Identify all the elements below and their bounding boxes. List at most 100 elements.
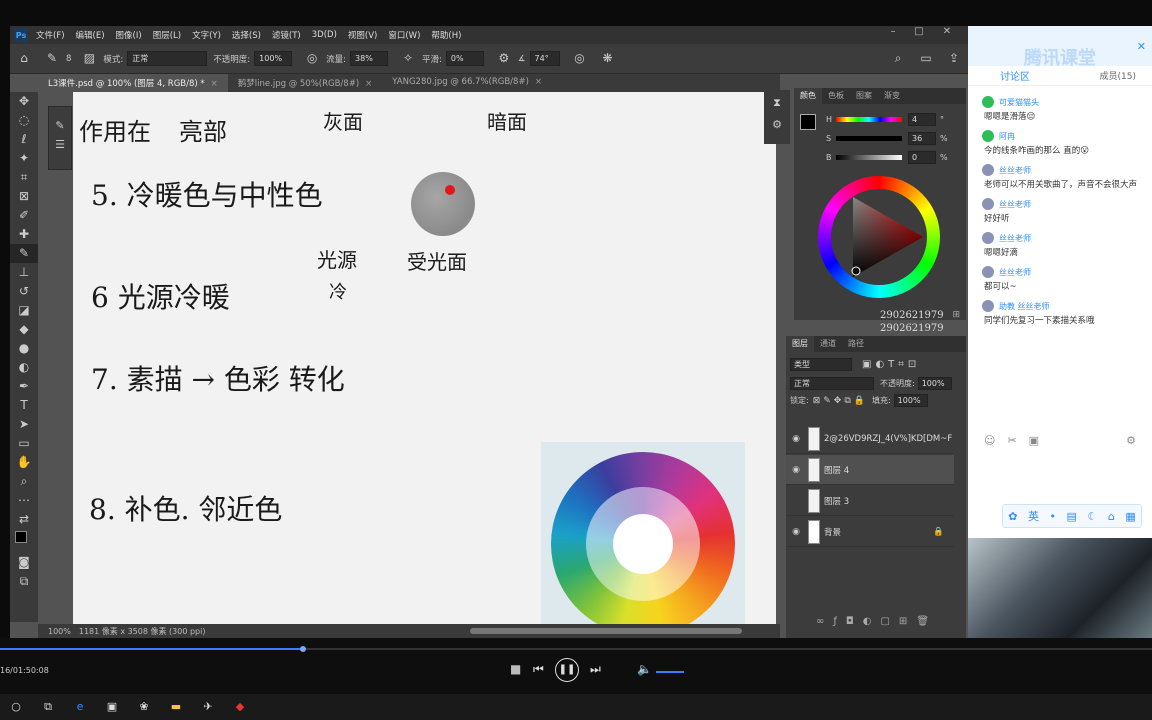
brightness-slider[interactable]: [836, 155, 902, 160]
tab-channels[interactable]: 通道: [814, 336, 842, 352]
tab-line[interactable]: 鹅梦line.jpg @ 50%(RGB/8#) ×: [228, 74, 382, 92]
menu-select[interactable]: 选择(S): [232, 29, 261, 41]
tab-l3[interactable]: L3课件.psd @ 100% (图层 4, RGB/8) * ×: [38, 74, 228, 92]
foreground-color[interactable]: [800, 114, 816, 130]
history-brush-icon[interactable]: ↺: [10, 282, 38, 301]
tab-members[interactable]: 成员(15): [1100, 69, 1136, 82]
magic-wand-icon[interactable]: ✦: [10, 149, 38, 168]
foreground-color[interactable]: [15, 531, 27, 543]
tab-patterns[interactable]: 图案: [850, 88, 878, 104]
eye-icon[interactable]: ◉: [786, 527, 806, 537]
zoom-tool-icon[interactable]: ⌕: [10, 472, 38, 491]
close-icon[interactable]: ×: [365, 79, 372, 89]
volume-slider[interactable]: [656, 671, 684, 673]
path-select-icon[interactable]: ➤: [10, 415, 38, 434]
saturation-slider[interactable]: [836, 136, 902, 141]
workspace-icon[interactable]: ▭: [918, 51, 934, 67]
brush-preset-icon[interactable]: ✎: [49, 119, 71, 132]
menu-window[interactable]: 窗口(W): [388, 29, 420, 41]
app-icon[interactable]: ✈: [197, 696, 219, 718]
menu-layer[interactable]: 图层(L): [153, 29, 181, 41]
fill-field[interactable]: 100%: [893, 394, 928, 407]
saturation-field[interactable]: 36: [908, 132, 936, 145]
layer-actions[interactable]: ∞ƒ◘◐▢⊞🗑: [816, 616, 938, 627]
brush-tool-icon[interactable]: ✎: [44, 51, 60, 67]
saturation-brightness-triangle[interactable]: [831, 189, 927, 285]
menu-type[interactable]: 文字(Y): [192, 29, 221, 41]
layer-row[interactable]: ◉ 2@26VD9RZJ_4(V%]KD[DM~F: [786, 424, 954, 454]
crop-tool-icon[interactable]: ⌗: [10, 168, 38, 187]
menu-image[interactable]: 图像(I): [116, 29, 142, 41]
properties-icon[interactable]: ⧗: [764, 96, 790, 110]
adjustments-icon[interactable]: ⚙: [764, 118, 790, 131]
blur-tool-icon[interactable]: ●: [10, 339, 38, 358]
chat-tools[interactable]: ☺✂▣: [984, 434, 1051, 447]
close-icon[interactable]: ×: [535, 77, 542, 87]
share-icon[interactable]: ⇪: [946, 51, 962, 67]
color-swatches[interactable]: [10, 529, 38, 553]
menu-3d[interactable]: 3D(D): [312, 30, 337, 40]
more-tools-icon[interactable]: ⋯: [10, 491, 38, 510]
type-tool-icon[interactable]: T: [10, 396, 38, 415]
quick-mask-icon[interactable]: ◙: [10, 553, 38, 572]
swap-colors-icon[interactable]: ⇄: [10, 510, 38, 529]
eye-icon[interactable]: ◉: [786, 465, 806, 475]
ime-toolbar[interactable]: ✿ 英 • ▤ ☾ ⌂ ▦: [1002, 504, 1142, 528]
screen-mode-icon[interactable]: ⧉: [10, 572, 38, 591]
bucket-icon[interactable]: ◆: [10, 320, 38, 339]
pause-button[interactable]: ❚❚: [555, 658, 579, 682]
brush-settings-icon[interactable]: ☰: [49, 138, 71, 151]
angle-field[interactable]: 74°: [529, 51, 560, 66]
symmetry-icon[interactable]: ❋: [600, 51, 616, 67]
menu-file[interactable]: 文件(F): [36, 29, 65, 41]
eye-icon[interactable]: ◉: [786, 434, 806, 444]
brush-tool-icon[interactable]: ✎: [10, 244, 38, 263]
gear-icon[interactable]: ⚙: [496, 51, 512, 67]
layer-filter-select[interactable]: 类型: [790, 358, 852, 371]
marquee-tool-icon[interactable]: ◌: [10, 111, 38, 130]
edge-icon[interactable]: e: [69, 696, 91, 718]
tencent-classroom-icon[interactable]: ❀: [133, 696, 155, 718]
clothes-icon[interactable]: ⌂: [1108, 510, 1115, 523]
layer-row-selected[interactable]: ◉ 图层 4: [786, 455, 954, 485]
menu-filter[interactable]: 滤镜(T): [272, 29, 301, 41]
lock-icons[interactable]: ⊠✎✥⧉🔒: [813, 396, 868, 406]
menu-edit[interactable]: 编辑(E): [76, 29, 105, 41]
toolbox-icon[interactable]: ▤: [1067, 510, 1077, 523]
tab-discussion[interactable]: 讨论区: [1000, 68, 1030, 83]
next-icon[interactable]: ⏭: [590, 662, 601, 677]
start-icon[interactable]: ○: [5, 696, 27, 718]
folder-icon[interactable]: ▬: [165, 696, 187, 718]
mode-select[interactable]: 正常: [127, 51, 208, 66]
stamp-tool-icon[interactable]: ⊥: [10, 263, 38, 282]
progress-handle[interactable]: [300, 646, 306, 652]
smoothing-field[interactable]: 0%: [445, 51, 484, 66]
close-icon[interactable]: ✕: [936, 26, 958, 40]
previous-icon[interactable]: ⏮: [533, 662, 544, 677]
menu-help[interactable]: 帮助(H): [431, 29, 461, 41]
maximize-icon[interactable]: □: [908, 26, 930, 40]
search-icon[interactable]: ⌕: [890, 51, 906, 67]
blend-mode-select[interactable]: 正常: [790, 377, 874, 390]
hue-slider[interactable]: [836, 117, 902, 122]
app-icon[interactable]: ◆: [229, 696, 251, 718]
close-icon[interactable]: ✕: [1137, 40, 1146, 53]
zoom-level[interactable]: 100%: [48, 627, 71, 636]
brush-size[interactable]: 8: [66, 54, 71, 64]
close-icon[interactable]: ×: [211, 79, 218, 89]
layer-row[interactable]: ◉ 背景 🔒: [786, 517, 954, 547]
opacity-field[interactable]: 100%: [254, 51, 293, 66]
paw-icon[interactable]: ✿: [1008, 510, 1017, 523]
pressure-opacity-icon[interactable]: ◎: [304, 51, 320, 67]
brush-settings-icon[interactable]: ▨: [81, 51, 97, 67]
dot-icon[interactable]: •: [1050, 510, 1057, 523]
filter-icons[interactable]: ▣◐T⌗⊡: [862, 359, 920, 370]
dodge-tool-icon[interactable]: ◐: [10, 358, 38, 377]
lasso-tool-icon[interactable]: ℓ: [10, 130, 38, 149]
hue-field[interactable]: 4: [908, 113, 936, 126]
tab-paths[interactable]: 路径: [842, 336, 870, 352]
layer-opacity-field[interactable]: 100%: [917, 377, 952, 390]
healing-brush-icon[interactable]: ✚: [10, 225, 38, 244]
document-canvas[interactable]: 作用在 亮部 灰面 暗面 5. 冷暖色与中性色 6 光源冷暖 光源 冷 受光面 …: [73, 92, 776, 624]
rectangle-tool-icon[interactable]: ▭: [10, 434, 38, 453]
